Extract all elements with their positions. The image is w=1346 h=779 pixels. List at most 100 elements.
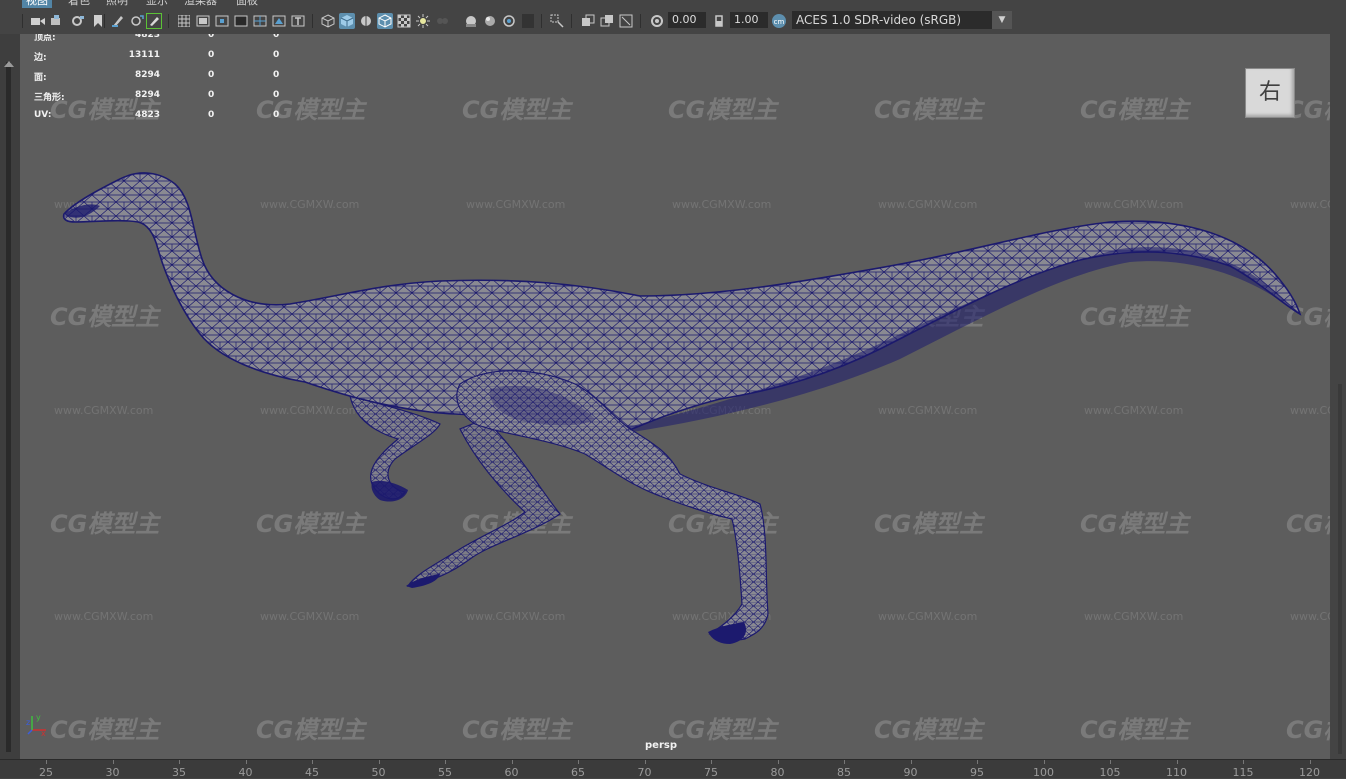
menu-view[interactable]: 视图 [22,0,52,8]
xray-joints-icon[interactable] [599,13,615,29]
xray-icon[interactable] [549,13,565,29]
color-management-icon[interactable]: cm [771,13,787,29]
safe-title-icon[interactable] [290,13,306,29]
ruler-tick [644,760,646,764]
ruler-frame-label: 85 [837,766,851,779]
ruler-frame-label: 65 [571,766,585,779]
toolbar-separator [22,14,23,28]
ruler-tick [1176,760,1178,764]
gamma-field[interactable]: 1.00 [730,12,768,28]
ruler-tick [1309,760,1311,764]
time-slider-ruler[interactable]: 25 30 35 40 45 50 55 60 65 70 75 80 85 90 95 100 105 110 1… [0,759,1346,779]
chevron-down-icon[interactable]: ▼ [992,11,1012,29]
dinosaur-mesh[interactable] [20,34,1330,759]
toolbar-separator [571,14,572,28]
left-scrollbar[interactable] [6,62,11,752]
color-space-dropdown[interactable]: ACES 1.0 SDR-video (sRGB) ▼ [792,11,1012,29]
menu-show[interactable]: 显示 [142,0,172,8]
scroll-up-icon[interactable] [3,60,15,68]
ruler-tick [711,760,712,764]
ruler-tick [977,760,978,764]
grease-pencil-icon[interactable] [110,13,126,29]
bookmark-icon[interactable] [70,13,86,29]
ruler-frame-label: 105 [1099,766,1121,779]
pencil-icon[interactable] [146,13,162,29]
shadows-icon[interactable] [415,13,431,29]
ruler-tick [1243,760,1244,764]
ruler-frame-label: 70 [637,766,652,779]
motion-blur-icon[interactable] [463,13,479,29]
resolution-gate-icon[interactable] [214,13,230,29]
panel-menu-bar: 视图 着色 照明 显示 渲染器 面板 [0,0,1346,8]
ruler-tick [112,760,114,764]
isolate-select-icon[interactable] [520,13,536,29]
near-foot [708,622,747,644]
depth-of-field-icon[interactable] [501,13,517,29]
field-chart-icon[interactable] [252,13,268,29]
ruler-frame-label: 110 [1166,766,1187,779]
view-cube[interactable]: 右 [1245,68,1295,118]
camera-attributes-icon[interactable] [50,13,66,29]
grid-icon[interactable] [176,13,192,29]
ruler-frame-label: 90 [903,766,918,779]
wireframe-icon[interactable] [320,13,336,29]
ruler-frame-label: 100 [1033,766,1054,779]
panel-toolbar: 0.00 1.00 cm ACES 1.0 SDR-video (sRGB) ▼ [0,8,1346,35]
gamma-icon[interactable] [711,13,727,29]
exposure-field[interactable]: 0.00 [668,12,706,28]
ruler-tick [179,760,180,764]
ruler-frame-label: 50 [371,766,386,779]
hud-row-vertices: 顶点: 4823 0 0 [34,34,280,43]
ruler-tick [378,760,380,764]
ruler-frame-label: 35 [172,766,186,779]
ruler-frame-label: 120 [1299,766,1320,779]
toolbar-separator [640,14,641,28]
menu-renderer[interactable]: 渲染器 [180,0,221,8]
ruler-frame-label: 80 [770,766,785,779]
right-scrollbar[interactable] [1338,384,1342,754]
smooth-shade-icon[interactable] [339,13,355,29]
ruler-frame-label: 25 [39,766,53,779]
select-camera-icon[interactable] [30,13,46,29]
ruler-frame-label: 55 [438,766,452,779]
ruler-tick [1043,760,1045,764]
film-gate-icon[interactable] [195,13,211,29]
exposure-icon[interactable] [649,13,665,29]
camera-name-label: persp [645,740,677,751]
ruler-tick [844,760,845,764]
poly-count-hud: 顶点: 4823 0 0 边: 13111 0 0 面: 8294 0 0 三角… [34,34,294,130]
ruler-frame-label: 60 [504,766,519,779]
ruler-tick [910,760,912,764]
fit-view-icon[interactable] [618,13,634,29]
ruler-tick [1110,760,1111,764]
ruler-tick [578,760,579,764]
ruler-tick [46,760,47,764]
ruler-frame-label: 40 [238,766,253,779]
menu-lighting[interactable]: 照明 [102,0,132,8]
hud-row-uvs: UV: 4823 0 0 [34,110,280,120]
wireframe-on-shaded-icon[interactable] [358,13,374,29]
menu-panels[interactable]: 面板 [232,0,262,8]
viewport-persp[interactable]: CG模型主CG模型主CG模型主CG模型主CG模型主CG模型主CG模型主CG模型主… [20,34,1330,759]
toolbar-separator [541,14,542,28]
left-side-strip [0,34,20,759]
2d-pan-zoom-icon[interactable] [129,13,145,29]
xray-active-components-icon[interactable] [580,13,596,29]
safe-action-icon[interactable] [271,13,287,29]
hud-row-edges: 边: 13111 0 0 [34,50,280,63]
gate-mask-icon[interactable] [233,13,249,29]
toolbar-separator [312,14,313,28]
menu-shading[interactable]: 着色 [64,0,94,8]
screen-space-ao-icon[interactable] [434,13,450,29]
right-side-strip [1330,34,1346,759]
textured-icon[interactable] [377,13,393,29]
anti-aliasing-icon[interactable] [482,13,498,29]
ruler-frame-label: 30 [105,766,120,779]
hud-row-faces: 面: 8294 0 0 [34,70,280,83]
hand [371,480,408,502]
view-cube-face-label: 右 [1258,80,1281,105]
ruler-frame-label: 115 [1232,766,1254,779]
use-all-lights-icon[interactable] [396,13,412,29]
axis-x-label: x [41,729,46,736]
toolbar-separator [104,14,105,28]
